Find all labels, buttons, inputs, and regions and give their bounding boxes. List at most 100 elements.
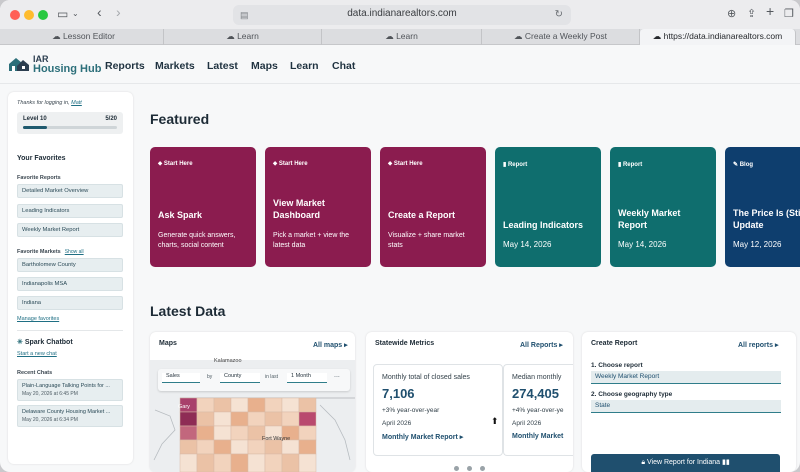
geography-type-select[interactable]: State bbox=[591, 400, 781, 413]
tab-favicon-icon: ☁ bbox=[652, 31, 664, 41]
metric-card-median-price[interactable]: Median monthly 274,405 +4% year-over-ye … bbox=[503, 364, 573, 456]
featured-card-ask-spark[interactable]: ⬥ Start Here Ask Spark Generate quick an… bbox=[150, 147, 256, 267]
card-kind-label: Report bbox=[507, 162, 528, 168]
favorite-report-item[interactable]: Leading Indicators bbox=[17, 204, 123, 218]
show-all-link[interactable]: Show all bbox=[65, 249, 84, 255]
tab-favicon-icon: ☁ bbox=[514, 31, 525, 41]
browser-window: ▭ ⌄ ‹ › ▤ data.indianarealtors.com ↻ ⊕ ⇪… bbox=[0, 0, 800, 472]
card-title: View Market Dashboard bbox=[273, 198, 325, 220]
tab-learn-1[interactable]: ☁ Learn bbox=[164, 29, 322, 45]
welcome-prefix: Thanks for logging in, bbox=[17, 100, 70, 106]
tab-learn-2[interactable]: ☁ Learn bbox=[322, 29, 482, 45]
metric-card-closed-sales[interactable]: Monthly total of closed sales 7,106 +3% … bbox=[373, 364, 503, 456]
tab-label: https://data.indianarealtors.com bbox=[663, 31, 783, 41]
url-text: data.indianarealtors.com bbox=[347, 8, 457, 19]
back-icon[interactable]: ‹ bbox=[97, 4, 102, 20]
chevron-down-icon[interactable]: ⌄ bbox=[72, 6, 79, 22]
featured-card-create-report[interactable]: ⬥ Start Here Create a Report Visualize +… bbox=[380, 147, 486, 267]
recent-chat-item[interactable]: Delaware County Housing Market ... May 2… bbox=[17, 405, 123, 427]
tab-favicon-icon: ☁ bbox=[385, 31, 397, 41]
report-select[interactable]: Weekly Market Report bbox=[591, 371, 781, 384]
download-icon[interactable]: ⊕ bbox=[727, 6, 736, 22]
nav-markets[interactable]: Markets bbox=[155, 60, 195, 72]
level-progress-fill bbox=[23, 126, 47, 129]
featured-card-blog[interactable]: ✎ Blog The Price Is (Still) Right: 2026 … bbox=[725, 147, 800, 267]
tab-label: Learn bbox=[396, 31, 418, 41]
carousel-dot[interactable] bbox=[480, 466, 485, 471]
map-place-label: Fort Wayne bbox=[262, 436, 291, 442]
nav-latest[interactable]: Latest bbox=[207, 60, 238, 72]
card-description: Visualize + share market stats bbox=[388, 232, 465, 249]
featured-card-weekly-report[interactable]: ▮ Report Weekly Market Report May 14, 20… bbox=[610, 147, 716, 267]
tab-lesson-editor[interactable]: ☁ Lesson Editor bbox=[4, 29, 164, 45]
all-reports-link[interactable]: All reports ▸ bbox=[738, 341, 778, 349]
card-date: May 14, 2026 bbox=[503, 240, 552, 249]
card-kind: ⬥ Start Here bbox=[158, 161, 193, 168]
all-maps-label: All maps bbox=[313, 342, 343, 349]
new-tab-icon[interactable]: + bbox=[766, 3, 774, 19]
filter-by-label: by bbox=[207, 374, 213, 380]
user-link[interactable]: Matt bbox=[71, 100, 82, 106]
start-chat-link[interactable]: Start a new chat bbox=[17, 351, 57, 357]
nav-reports[interactable]: Reports bbox=[105, 60, 145, 72]
all-reports-link[interactable]: All Reports ▸ bbox=[520, 341, 563, 349]
share-icon[interactable]: ⇪ bbox=[747, 6, 756, 22]
nav-learn[interactable]: Learn bbox=[290, 60, 319, 72]
chevron-right-icon: ▸ bbox=[774, 342, 779, 349]
level-card: Level 10 5/20 bbox=[17, 112, 123, 134]
recent-chat-item[interactable]: Plain-Language Talking Points for ... Ma… bbox=[17, 379, 123, 401]
house-logo-icon[interactable] bbox=[8, 56, 30, 72]
favorite-market-item[interactable]: Bartholomew County bbox=[17, 258, 123, 272]
metric-report-link[interactable]: Monthly Market bbox=[512, 433, 563, 440]
metric-value: 7,106 bbox=[382, 386, 415, 401]
favorite-report-item[interactable]: Detailed Market Overview bbox=[17, 184, 123, 198]
recent-chats-heading: Recent Chats bbox=[17, 370, 53, 376]
chat-date: May 20, 2026 at 6:45 PM bbox=[22, 391, 78, 397]
chat-title: Delaware County Housing Market ... bbox=[22, 409, 111, 415]
minimize-window-button[interactable] bbox=[24, 10, 34, 20]
chevron-right-icon: ▸ bbox=[459, 434, 464, 441]
reload-icon[interactable]: ↻ bbox=[555, 7, 563, 23]
tab-favicon-icon: ☁ bbox=[226, 31, 238, 41]
metric-select[interactable]: Sales bbox=[162, 373, 200, 383]
all-maps-link[interactable]: All maps ▸ bbox=[313, 341, 348, 349]
filter-in-last-label: in last bbox=[265, 374, 279, 380]
card-kind: ⬥ Start Here bbox=[273, 161, 308, 168]
tab-weekly-post[interactable]: ☁ Create a Weekly Post bbox=[482, 29, 640, 45]
metric-value: 274,405 bbox=[512, 386, 559, 401]
step2-label: 2. Choose geography type bbox=[591, 391, 673, 398]
more-options-icon[interactable]: ... bbox=[334, 372, 340, 379]
featured-card-market-dashboard[interactable]: ⬥ Start Here View Market Dashboard Pick … bbox=[265, 147, 371, 267]
county-map[interactable]: Kalamazoo Gary Fort Wayne Sales by Count… bbox=[150, 358, 355, 472]
close-window-button[interactable] bbox=[10, 10, 20, 20]
view-report-button[interactable]: 🔒︎ View Report for Indiana ▮▮ bbox=[591, 454, 780, 472]
geography-select[interactable]: County bbox=[220, 373, 260, 383]
manage-favorites-link[interactable]: Manage favorites bbox=[17, 316, 59, 322]
period-select[interactable]: 1 Month bbox=[287, 373, 327, 383]
carousel-dot[interactable] bbox=[454, 466, 459, 471]
maps-panel: Maps All maps ▸ Kalamazoo Gary Fort Wayn… bbox=[150, 332, 355, 472]
metric-report-link[interactable]: Monthly Market Report ▸ bbox=[382, 433, 463, 441]
forward-icon[interactable]: › bbox=[116, 4, 121, 20]
favorite-market-item[interactable]: Indiana bbox=[17, 296, 123, 310]
carousel-dot[interactable] bbox=[467, 466, 472, 471]
tab-bar: ☁ Lesson Editor ☁ Learn ☁ Learn ☁ Create… bbox=[0, 29, 800, 45]
view-report-label: View Report for Indiana bbox=[646, 459, 721, 466]
nav-chat[interactable]: Chat bbox=[332, 60, 355, 72]
featured-card-leading-indicators[interactable]: ▮ Report Leading Indicators May 14, 2026 bbox=[495, 147, 601, 267]
tab-label: Lesson Editor bbox=[62, 31, 115, 41]
favorite-report-item[interactable]: Weekly Market Report bbox=[17, 223, 123, 237]
card-title: The Price Is (Still) Right: 2026 Update bbox=[733, 208, 800, 230]
address-bar[interactable]: ▤ data.indianarealtors.com ↻ bbox=[233, 5, 571, 25]
level-progress-bar bbox=[23, 126, 117, 129]
card-description: Generate quick answers, charts, social c… bbox=[158, 232, 236, 249]
zoom-window-button[interactable] bbox=[38, 10, 48, 20]
tab-overview-icon[interactable]: ❐ bbox=[784, 6, 794, 22]
sidebar-toggle-icon[interactable]: ▭ bbox=[57, 6, 68, 22]
spark-icon: ✳ bbox=[17, 339, 23, 346]
card-kind-label: Report bbox=[622, 162, 643, 168]
tab-housing-hub[interactable]: ☁ https://data.indianarealtors.com bbox=[640, 29, 796, 45]
favorite-market-item[interactable]: Indianapolis MSA bbox=[17, 277, 123, 291]
metric-label: Median monthly bbox=[512, 374, 562, 381]
nav-maps[interactable]: Maps bbox=[251, 60, 278, 72]
